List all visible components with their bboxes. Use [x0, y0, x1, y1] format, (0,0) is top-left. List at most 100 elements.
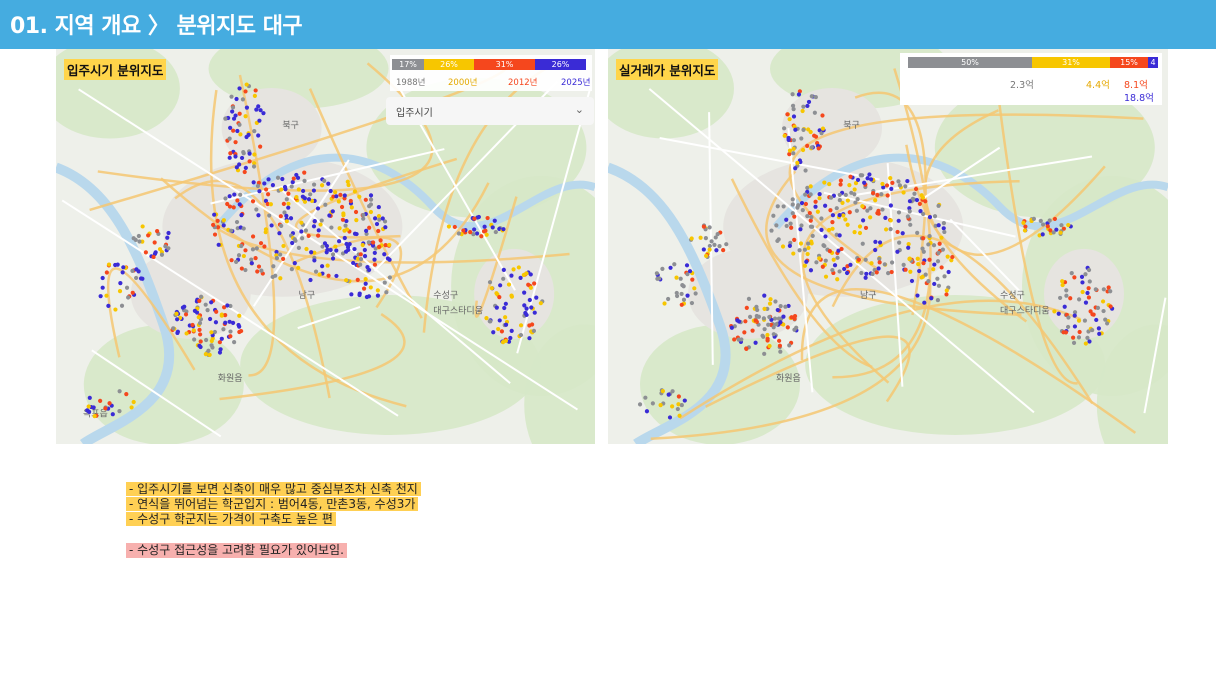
- apartment-dot[interactable]: [344, 278, 349, 283]
- apartment-dot[interactable]: [1083, 341, 1088, 346]
- apartment-dot[interactable]: [689, 236, 694, 241]
- apartment-dot[interactable]: [358, 252, 363, 257]
- apartment-dot[interactable]: [861, 218, 866, 223]
- apartment-dot[interactable]: [257, 189, 262, 194]
- apartment-dot[interactable]: [785, 325, 790, 330]
- transaction-price-map[interactable]: 북구 수성구 남구 화원읍 대구스타디움 실거래가 분위지도 50% 31% 15% 4…: [608, 49, 1168, 444]
- apartment-dot[interactable]: [1100, 299, 1106, 304]
- apartment-dot[interactable]: [237, 162, 242, 167]
- apartment-dot[interactable]: [243, 114, 248, 119]
- apartment-dot[interactable]: [743, 319, 748, 324]
- apartment-dot[interactable]: [227, 194, 232, 199]
- apartment-dot[interactable]: [521, 272, 526, 278]
- apartment-dot[interactable]: [875, 211, 880, 216]
- apartment-dot[interactable]: [784, 223, 789, 229]
- apartment-dot[interactable]: [252, 152, 257, 157]
- apartment-dot[interactable]: [816, 146, 821, 151]
- apartment-dot[interactable]: [855, 196, 860, 202]
- apartment-dot[interactable]: [468, 230, 473, 235]
- apartment-dot[interactable]: [253, 88, 258, 93]
- apartment-dot[interactable]: [354, 217, 359, 223]
- apartment-dot[interactable]: [165, 235, 170, 240]
- apartment-dot[interactable]: [501, 267, 506, 273]
- apartment-dot[interactable]: [732, 337, 737, 342]
- apartment-dot[interactable]: [241, 226, 246, 231]
- apartment-dot[interactable]: [322, 178, 327, 183]
- apartment-dot[interactable]: [234, 219, 240, 225]
- apartment-dot[interactable]: [286, 201, 291, 206]
- apartment-dot[interactable]: [243, 89, 248, 94]
- apartment-dot[interactable]: [446, 224, 452, 229]
- apartment-dot[interactable]: [98, 398, 103, 403]
- apartment-dot[interactable]: [106, 303, 111, 308]
- apartment-dot[interactable]: [886, 271, 891, 276]
- apartment-dot[interactable]: [668, 265, 673, 270]
- apartment-dot[interactable]: [714, 248, 719, 253]
- apartment-dot[interactable]: [312, 258, 317, 263]
- apartment-dot[interactable]: [927, 215, 933, 220]
- apartment-dot[interactable]: [789, 315, 794, 320]
- apartment-dot[interactable]: [106, 262, 112, 267]
- apartment-dot[interactable]: [258, 241, 264, 246]
- apartment-dot[interactable]: [799, 223, 804, 228]
- apartment-dot[interactable]: [325, 263, 330, 268]
- apartment-dot[interactable]: [654, 271, 659, 276]
- apartment-dot[interactable]: [1085, 335, 1090, 341]
- apartment-dot[interactable]: [945, 254, 950, 259]
- apartment-dot[interactable]: [1071, 335, 1076, 340]
- apartment-dot[interactable]: [342, 193, 347, 198]
- apartment-dot[interactable]: [774, 322, 779, 327]
- apartment-dot[interactable]: [803, 192, 808, 197]
- apartment-dot[interactable]: [1090, 327, 1095, 333]
- apartment-dot[interactable]: [1064, 293, 1069, 298]
- apartment-dot[interactable]: [1101, 308, 1106, 314]
- apartment-dot[interactable]: [1097, 331, 1102, 336]
- apartment-dot[interactable]: [863, 275, 868, 280]
- apartment-dot[interactable]: [518, 323, 524, 328]
- apartment-dot[interactable]: [921, 260, 926, 266]
- apartment-dot[interactable]: [509, 273, 514, 278]
- apartment-dot[interactable]: [490, 225, 495, 230]
- apartment-dot[interactable]: [355, 277, 360, 282]
- apartment-dot[interactable]: [363, 197, 368, 202]
- apartment-dot[interactable]: [378, 238, 383, 243]
- apartment-dot[interactable]: [1095, 305, 1101, 310]
- apartment-dot[interactable]: [944, 292, 949, 297]
- apartment-dot[interactable]: [209, 343, 214, 348]
- apartment-dot[interactable]: [791, 107, 796, 112]
- apartment-dot[interactable]: [679, 302, 684, 307]
- apartment-dot[interactable]: [166, 246, 171, 251]
- apartment-dot[interactable]: [797, 248, 802, 253]
- apartment-dot[interactable]: [800, 208, 805, 213]
- apartment-dot[interactable]: [294, 172, 299, 178]
- apartment-dot[interactable]: [798, 241, 804, 246]
- apartment-dot[interactable]: [456, 231, 461, 236]
- apartment-dot[interactable]: [771, 332, 776, 337]
- apartment-dot[interactable]: [650, 401, 655, 406]
- apartment-dot[interactable]: [927, 257, 932, 262]
- apartment-dot[interactable]: [203, 352, 208, 357]
- apartment-dot[interactable]: [843, 192, 848, 198]
- apartment-dot[interactable]: [91, 405, 96, 410]
- apartment-dot[interactable]: [762, 327, 767, 332]
- apartment-dot[interactable]: [118, 280, 123, 286]
- apartment-dot[interactable]: [251, 180, 256, 185]
- apartment-dot[interactable]: [913, 186, 919, 192]
- apartment-dot[interactable]: [869, 261, 874, 266]
- apartment-dot[interactable]: [817, 192, 822, 197]
- apartment-dot[interactable]: [782, 133, 787, 138]
- apartment-dot[interactable]: [372, 250, 377, 256]
- apartment-dot[interactable]: [199, 294, 204, 299]
- apartment-dot[interactable]: [484, 232, 489, 237]
- apartment-dot[interactable]: [944, 288, 949, 293]
- apartment-dot[interactable]: [784, 217, 789, 222]
- apartment-dot[interactable]: [1038, 218, 1043, 223]
- apartment-dot[interactable]: [372, 262, 378, 267]
- apartment-dot[interactable]: [258, 144, 263, 149]
- apartment-dot[interactable]: [1021, 220, 1026, 225]
- apartment-dot[interactable]: [931, 243, 937, 248]
- apartment-dot[interactable]: [328, 188, 333, 194]
- apartment-dot[interactable]: [197, 343, 202, 348]
- apartment-dot[interactable]: [223, 116, 228, 121]
- apartment-dot[interactable]: [518, 275, 523, 280]
